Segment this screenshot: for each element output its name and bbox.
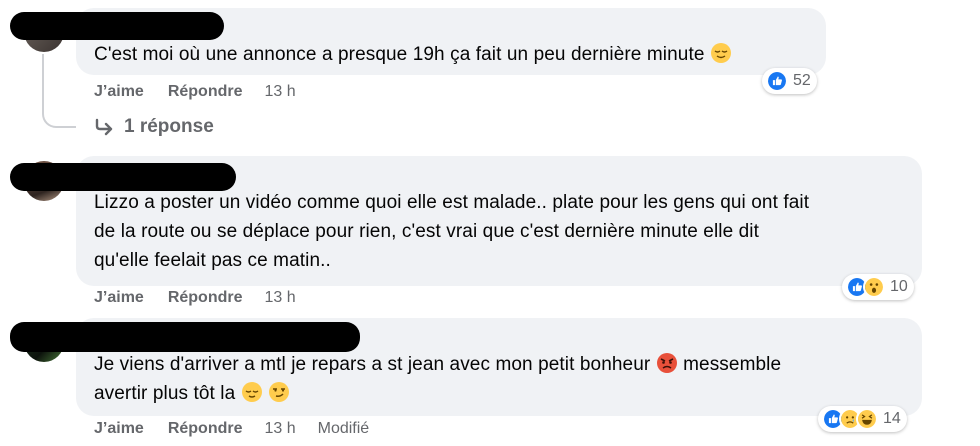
comment-actions: J’aime Répondre 13 h Modifié — [94, 420, 369, 438]
wow-icon — [863, 276, 885, 298]
haha-icon — [856, 408, 878, 430]
redacted-author-name — [10, 12, 224, 40]
reaction-summary[interactable]: 52 — [762, 68, 817, 94]
comment-actions: J’aime Répondre 13 h — [94, 83, 296, 101]
redacted-author-name — [10, 163, 236, 191]
reply-arrow-icon — [95, 118, 113, 136]
edited-label[interactable]: Modifié — [318, 420, 370, 438]
comment-actions: J’aime Répondre 13 h — [94, 289, 296, 307]
like-icon — [766, 70, 788, 92]
comment-text: Je viens d'arriver a mtl je repars a st … — [94, 353, 782, 404]
comment-timestamp[interactable]: 13 h — [264, 289, 295, 307]
reaction-count: 14 — [883, 410, 901, 427]
relieved-face-emoji — [710, 43, 731, 63]
reply-button[interactable]: Répondre — [168, 83, 243, 101]
angry-face-emoji — [656, 353, 677, 373]
like-button[interactable]: J’aime — [94, 83, 144, 101]
redacted-author-name — [10, 322, 360, 352]
comment-text: C'est moi où une annonce a presque 19h ç… — [94, 40, 732, 69]
reaction-summary[interactable]: 14 — [818, 406, 907, 432]
reaction-count: 10 — [890, 278, 908, 295]
comment-timestamp[interactable]: 13 h — [264, 420, 295, 438]
replies-count-label[interactable]: 1 réponse — [124, 116, 214, 138]
view-replies-link[interactable]: 1 réponse — [94, 116, 214, 138]
reply-button[interactable]: Répondre — [168, 420, 243, 438]
thread-connector-line — [42, 54, 76, 128]
reply-button[interactable]: Répondre — [168, 289, 243, 307]
comment-text: Lizzo a poster un vidéo comme quoi elle … — [94, 192, 810, 271]
like-button[interactable]: J’aime — [94, 289, 144, 307]
smirking-face-emoji — [269, 382, 290, 402]
reaction-count: 52 — [793, 72, 811, 89]
reaction-summary[interactable]: 10 — [842, 274, 914, 300]
comment-timestamp[interactable]: 13 h — [264, 83, 295, 101]
relieved-face-emoji — [241, 382, 262, 402]
like-button[interactable]: J’aime — [94, 420, 144, 438]
